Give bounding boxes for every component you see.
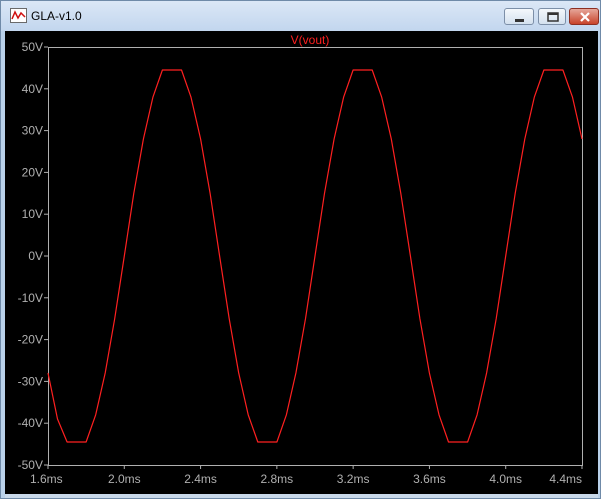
app-window: GLA-v1.0 V(vout) 50V 40V 30V 20V 10V 0V -10V -2… <box>0 0 601 499</box>
x-tick-label: 3.6ms <box>413 472 446 486</box>
x-tick-label: 3.2ms <box>337 472 370 486</box>
y-tick-label: -10V <box>18 291 43 305</box>
x-tick-label: 2.8ms <box>261 472 294 486</box>
axis-ticks: 50V 40V 30V 20V 10V 0V -10V -20V -30V -40V -50V1.6… <box>18 40 583 486</box>
x-tick-label: 4.4ms <box>549 472 582 486</box>
waveform-icon <box>10 8 27 23</box>
x-tick-label: 2.0ms <box>108 472 141 486</box>
trace-group <box>47 69 583 443</box>
y-tick-label: -20V <box>18 333 43 347</box>
y-tick-label: -50V <box>18 458 43 472</box>
y-tick-label: -30V <box>18 374 43 388</box>
y-tick-label: 30V <box>22 124 43 138</box>
maximize-button[interactable] <box>538 8 566 25</box>
x-tick-label: 4.0ms <box>489 472 522 486</box>
waveform-chart[interactable]: V(vout) 50V 40V 30V 20V 10V 0V -10V -20V -30V -40… <box>5 31 598 497</box>
y-tick-label: 20V <box>22 165 43 179</box>
minimize-icon <box>515 19 524 22</box>
close-icon <box>580 12 590 22</box>
status-strip <box>5 494 598 498</box>
y-tick-label: 10V <box>22 207 43 221</box>
y-tick-label: 0V <box>28 249 43 263</box>
y-tick-label: -40V <box>18 416 43 430</box>
y-tick-label: 40V <box>22 82 43 96</box>
plot-pane[interactable]: V(vout) 50V 40V 30V 20V 10V 0V -10V -20V -30V -40… <box>5 31 598 497</box>
title-bar[interactable]: GLA-v1.0 <box>1 1 600 31</box>
x-tick-label: 1.6ms <box>30 472 63 486</box>
series-line-vout <box>47 69 583 443</box>
window-title: GLA-v1.0 <box>31 9 82 23</box>
close-button[interactable] <box>569 8 599 25</box>
x-tick-label: 2.4ms <box>184 472 217 486</box>
maximize-icon <box>547 12 559 22</box>
chart-title: V(vout) <box>291 33 330 47</box>
y-tick-label: 50V <box>22 40 43 54</box>
minimize-button[interactable] <box>504 8 534 25</box>
